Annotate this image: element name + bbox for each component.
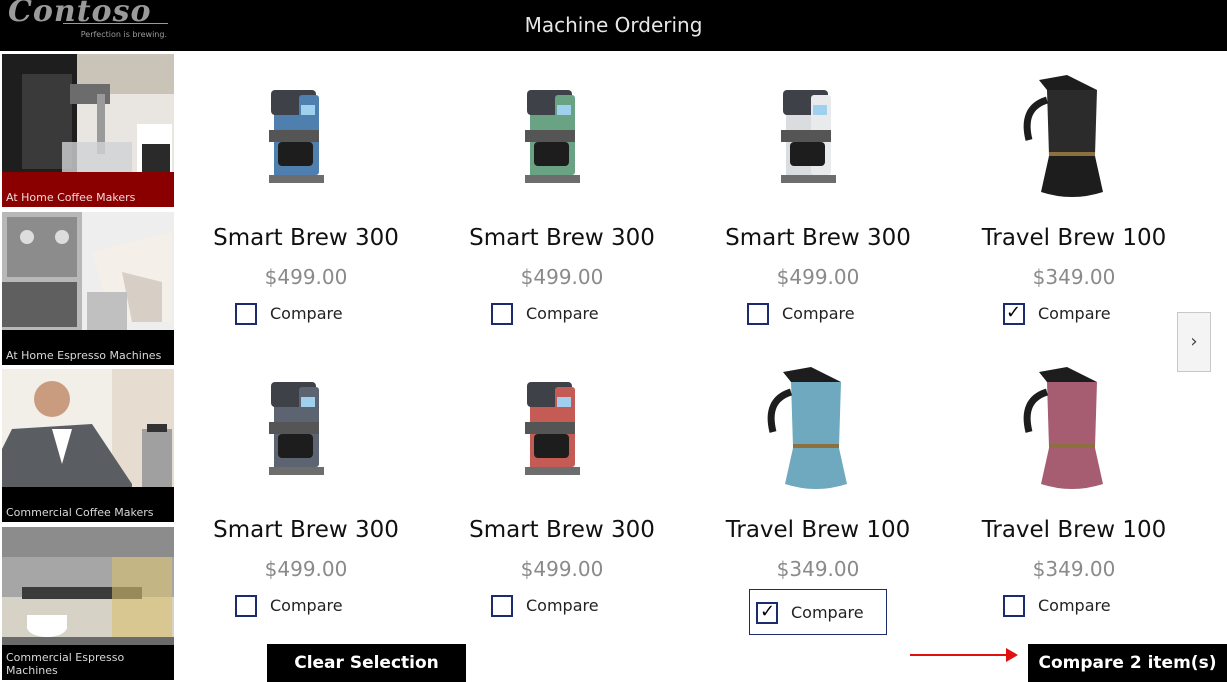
product-card[interactable]: Smart Brew 300 $499.00 Compare [437,70,687,340]
next-page-button[interactable]: › [1177,312,1211,372]
sidebar-item-at-home-espresso-machines[interactable]: At Home Espresso Machines [2,212,174,365]
compare-label: Compare [526,596,599,615]
checkbox-box[interactable] [235,303,257,325]
travel-brew-image [767,367,847,489]
page-title: Machine Ordering [524,13,703,37]
compare-label: Compare [791,603,864,622]
smart-brew-image [269,382,324,475]
product-price: $499.00 [264,557,348,581]
compare-label: Compare [270,304,343,323]
smart-brew-image [269,90,324,183]
product-name: Smart Brew 300 [725,225,911,251]
product-card[interactable]: Smart Brew 300 $499.00 Compare [693,70,943,340]
product-card[interactable]: Smart Brew 300 $499.00 Compare [181,362,431,632]
product-name: Travel Brew 100 [981,225,1167,251]
compare-checkbox[interactable]: Compare [747,303,875,331]
product-card[interactable]: Smart Brew 300 $499.00 Compare [181,70,431,340]
sidebar-item-label: Commercial Espresso Machines [2,645,174,680]
product-card[interactable]: Smart Brew 300 $499.00 Compare [437,362,687,632]
compare-label: Compare [1038,304,1111,323]
compare-label: Compare [526,304,599,323]
product-price: $499.00 [520,265,604,289]
smart-brew-image [525,90,580,183]
product-name: Smart Brew 300 [213,517,399,543]
sidebar-item-commercial-espresso-machines[interactable]: Commercial Espresso Machines [2,527,174,680]
product-name: Smart Brew 300 [469,225,655,251]
checkbox-box[interactable] [1003,595,1025,617]
product-price: $499.00 [264,265,348,289]
travel-brew-image [1023,367,1103,489]
compare-checkbox[interactable]: ✓ Compare [749,589,887,635]
compare-items-button[interactable]: Compare 2 item(s) [1028,644,1227,682]
product-price: $499.00 [520,557,604,581]
smart-brew-image [525,382,580,475]
compare-checkbox[interactable]: Compare [235,303,363,331]
travel-brew-image [1023,75,1103,197]
checkmark-icon: ✓ [760,601,776,622]
product-price: $349.00 [776,557,860,581]
checkmark-icon: ✓ [1006,302,1022,323]
product-name: Travel Brew 100 [725,517,911,543]
compare-checkbox[interactable]: Compare [1003,595,1131,623]
red-arrow-icon [910,648,1018,662]
product-name: Smart Brew 300 [213,225,399,251]
product-price: $349.00 [1032,557,1116,581]
smart-brew-image [781,90,836,183]
checkbox-box[interactable] [747,303,769,325]
compare-checkbox[interactable]: Compare [491,303,619,331]
product-card[interactable]: Travel Brew 100 $349.00 ✓ Compare [949,70,1199,340]
top-bar: Contoso Perfection is brewing. Machine O… [0,0,1227,51]
checkbox-box[interactable] [235,595,257,617]
compare-label: Compare [270,596,343,615]
sidebar-item-label: Commercial Coffee Makers [2,487,174,522]
sidebar-item-label: At Home Coffee Makers [2,172,174,207]
sidebar-item-at-home-coffee-makers[interactable]: At Home Coffee Makers [2,54,174,207]
product-name: Smart Brew 300 [469,517,655,543]
product-card[interactable]: Travel Brew 100 $349.00 ✓ Compare [693,362,943,635]
product-card[interactable]: Travel Brew 100 $349.00 Compare [949,362,1199,632]
checkbox-box[interactable] [491,595,513,617]
compare-checkbox[interactable]: ✓ Compare [1003,302,1131,331]
product-price: $349.00 [1032,265,1116,289]
product-name: Travel Brew 100 [981,517,1167,543]
compare-label: Compare [782,304,855,323]
sidebar-item-label: At Home Espresso Machines [2,330,174,365]
product-price: $499.00 [776,265,860,289]
sidebar-item-commercial-coffee-makers[interactable]: Commercial Coffee Makers [2,369,174,522]
compare-checkbox[interactable]: Compare [235,595,363,623]
compare-label: Compare [1038,596,1111,615]
clear-selection-button[interactable]: Clear Selection [267,644,466,682]
chevron-right-icon: › [1190,331,1198,352]
compare-checkbox[interactable]: Compare [491,595,619,623]
checkbox-box[interactable] [491,303,513,325]
